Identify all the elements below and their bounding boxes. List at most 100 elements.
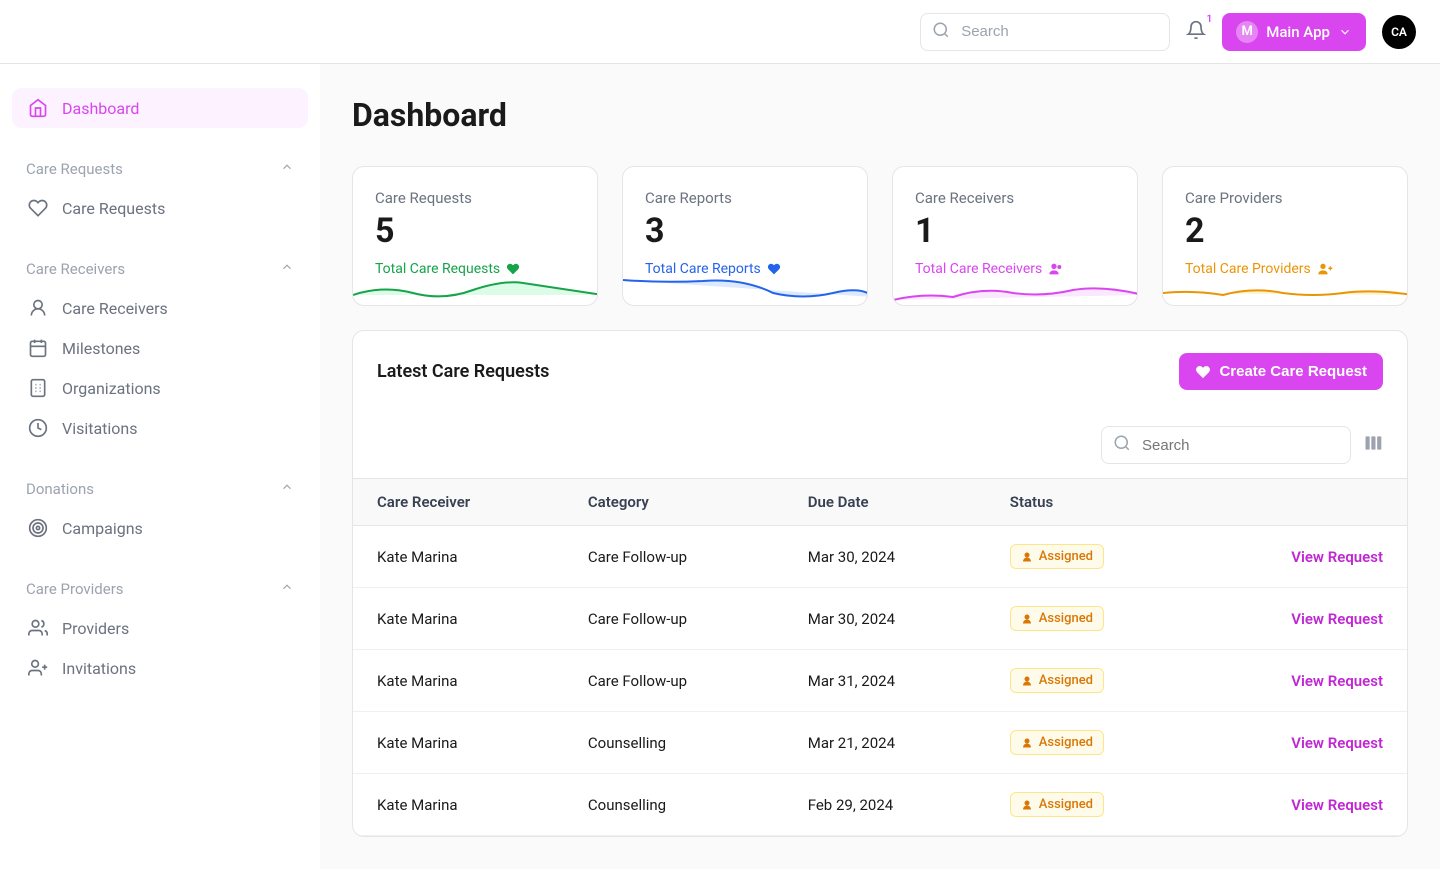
target-icon — [26, 518, 50, 538]
panel-title: Latest Care Requests — [377, 361, 549, 382]
sparkline-icon — [893, 275, 1138, 305]
table-row: Kate MarinaCounsellingFeb 29, 2024Assign… — [353, 774, 1407, 836]
sidebar-item-care-requests[interactable]: Care Requests — [12, 188, 308, 228]
stat-value: 5 — [375, 211, 575, 251]
section-care-receivers[interactable]: Care Receivers — [12, 250, 308, 288]
cell-status: Assigned — [986, 712, 1198, 774]
user-solid-icon — [1021, 799, 1033, 811]
sidebar-item-label: Care Receivers — [62, 299, 294, 318]
heart-icon-solid-icon — [506, 262, 520, 276]
section-title: Care Providers — [26, 580, 124, 598]
search-icon — [1113, 434, 1131, 456]
cell-status: Assigned — [986, 526, 1198, 588]
sidebar-item-invitations[interactable]: Invitations — [12, 648, 308, 688]
sidebar-item-label: Invitations — [62, 659, 294, 678]
heart-icon-solid-icon — [767, 262, 781, 276]
notification-button[interactable]: 1 — [1186, 20, 1206, 44]
user-solid-icon — [1021, 675, 1033, 687]
cell-receiver: Kate Marina — [353, 526, 564, 588]
table-search[interactable] — [1101, 426, 1351, 464]
chevron-down-icon — [1338, 25, 1352, 39]
stat-label: Care Providers — [1185, 189, 1385, 207]
sidebar-item-label: Visitations — [62, 419, 294, 438]
home-icon — [26, 98, 50, 118]
chevron-up-icon — [280, 160, 294, 178]
stat-card-care-reports: Care Reports 3 Total Care Reports — [622, 166, 868, 306]
cell-due-date: Mar 21, 2024 — [784, 712, 986, 774]
user-solid-icon — [1021, 551, 1033, 563]
table-search-input[interactable] — [1101, 426, 1351, 464]
table-row: Kate MarinaCounsellingMar 21, 2024Assign… — [353, 712, 1407, 774]
sidebar-item-label: Providers — [62, 619, 294, 638]
cell-status: Assigned — [986, 588, 1198, 650]
section-care-providers[interactable]: Care Providers — [12, 570, 308, 608]
header-search[interactable] — [920, 13, 1170, 51]
view-request-link[interactable]: View Request — [1198, 650, 1407, 712]
cell-receiver: Kate Marina — [353, 712, 564, 774]
sidebar-item-visitations[interactable]: Visitations — [12, 408, 308, 448]
view-request-link[interactable]: View Request — [1198, 526, 1407, 588]
col-due-date: Due Date — [784, 479, 986, 526]
sidebar-item-label: Organizations — [62, 379, 294, 398]
latest-care-requests-panel: Latest Care Requests Create Care Request — [352, 330, 1408, 837]
app-selector[interactable]: M Main App — [1222, 13, 1366, 51]
sidebar-item-care-receivers[interactable]: Care Receivers — [12, 288, 308, 328]
cell-status: Assigned — [986, 774, 1198, 836]
header-search-input[interactable] — [920, 13, 1170, 51]
section-donations[interactable]: Donations — [12, 470, 308, 508]
stat-card-care-requests: Care Requests 5 Total Care Requests — [352, 166, 598, 306]
sidebar-item-dashboard[interactable]: Dashboard — [12, 88, 308, 128]
stat-card-care-providers: Care Providers 2 Total Care Providers — [1162, 166, 1408, 306]
cell-category: Care Follow-up — [564, 650, 784, 712]
cell-category: Counselling — [564, 774, 784, 836]
cell-due-date: Feb 29, 2024 — [784, 774, 986, 836]
user-plus-icon — [26, 658, 50, 678]
heart-icon — [26, 198, 50, 218]
user-icon — [26, 298, 50, 318]
cell-due-date: Mar 30, 2024 — [784, 526, 986, 588]
section-title: Donations — [26, 480, 94, 498]
status-badge: Assigned — [1010, 606, 1104, 631]
sparkline-icon — [353, 275, 598, 305]
view-request-link[interactable]: View Request — [1198, 774, 1407, 836]
table-row: Kate MarinaCare Follow-upMar 30, 2024Ass… — [353, 588, 1407, 650]
chevron-up-icon — [280, 580, 294, 598]
chevron-up-icon — [280, 480, 294, 498]
create-care-request-button[interactable]: Create Care Request — [1179, 353, 1383, 390]
stat-label: Care Receivers — [915, 189, 1115, 207]
col-care-receiver: Care Receiver — [353, 479, 564, 526]
table-row: Kate MarinaCare Follow-upMar 31, 2024Ass… — [353, 650, 1407, 712]
col-category: Category — [564, 479, 784, 526]
clock-icon — [26, 418, 50, 438]
page-title: Dashboard — [352, 96, 1408, 134]
status-badge: Assigned — [1010, 730, 1104, 755]
building-icon — [26, 378, 50, 398]
stat-value: 1 — [915, 211, 1115, 251]
sidebar: Dashboard Care Requests Care Requests Ca… — [0, 64, 320, 869]
stat-label: Care Requests — [375, 189, 575, 207]
app-label: Main App — [1266, 23, 1330, 41]
sidebar-item-milestones[interactable]: Milestones — [12, 328, 308, 368]
sidebar-item-label: Milestones — [62, 339, 294, 358]
columns-icon[interactable] — [1363, 433, 1383, 457]
stat-value: 3 — [645, 211, 845, 251]
sidebar-item-organizations[interactable]: Organizations — [12, 368, 308, 408]
status-badge: Assigned — [1010, 668, 1104, 693]
user-solid-icon — [1021, 737, 1033, 749]
sidebar-item-campaigns[interactable]: Campaigns — [12, 508, 308, 548]
sidebar-item-label: Campaigns — [62, 519, 294, 538]
section-title: Care Requests — [26, 160, 123, 178]
stat-card-care-receivers: Care Receivers 1 Total Care Receivers — [892, 166, 1138, 306]
view-request-link[interactable]: View Request — [1198, 712, 1407, 774]
cell-category: Care Follow-up — [564, 588, 784, 650]
view-request-link[interactable]: View Request — [1198, 588, 1407, 650]
status-badge: Assigned — [1010, 792, 1104, 817]
users-icon — [26, 618, 50, 638]
section-care-requests[interactable]: Care Requests — [12, 150, 308, 188]
cell-receiver: Kate Marina — [353, 650, 564, 712]
status-badge: Assigned — [1010, 544, 1104, 569]
stat-label: Care Reports — [645, 189, 845, 207]
cell-category: Care Follow-up — [564, 526, 784, 588]
avatar[interactable]: CA — [1382, 15, 1416, 49]
sidebar-item-providers[interactable]: Providers — [12, 608, 308, 648]
